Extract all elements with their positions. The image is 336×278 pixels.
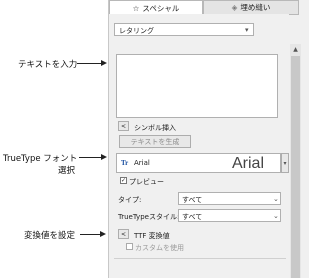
annotation-text-input: テキストを入力 — [18, 60, 78, 70]
tab-special[interactable]: ☆ スペシャル — [109, 0, 203, 15]
symbol-insert-toggle[interactable]: < — [118, 121, 129, 131]
chevron-left-icon: < — [120, 122, 127, 130]
text-input-area[interactable] — [116, 54, 278, 118]
tab-bar: ☆ スペシャル ◈ 埋め縫い — [109, 0, 301, 15]
star-icon: ☆ — [132, 3, 140, 13]
scroll-up-arrow-icon[interactable]: ▲ — [290, 44, 301, 54]
generate-text-button[interactable]: テキストを生成 — [119, 135, 191, 148]
chevron-down-icon: ⌄ — [273, 212, 279, 220]
annotation-truetype-font-line1: TrueType フォント — [3, 154, 78, 164]
type-label: タイプ: — [118, 196, 142, 204]
font-dropdown-button[interactable]: ▾ — [281, 153, 289, 173]
truetype-icon: Tr — [121, 159, 129, 167]
tab-special-label: スペシャル — [142, 3, 180, 13]
annotation-arrow-head — [101, 60, 107, 66]
annotation-arrow-line — [80, 234, 100, 235]
scrollbar-thumb[interactable] — [291, 56, 300, 278]
type-select-value: すべて — [182, 196, 203, 204]
mode-select-value: レタリング — [119, 27, 154, 35]
truetype-style-value: すべて — [182, 213, 203, 221]
font-selector[interactable]: Tr Arial Arial — [116, 153, 281, 173]
ttf-conversion-label: TTF 変換値 — [134, 232, 170, 240]
truetype-style-label: TrueTypeスタイル: — [118, 213, 180, 221]
truetype-style-select[interactable]: すべて ⌄ — [178, 209, 281, 222]
vertical-scrollbar[interactable]: ▲ — [290, 44, 301, 278]
section-divider — [114, 258, 286, 259]
font-name: Arial — [134, 159, 150, 167]
font-preview: Arial — [232, 155, 265, 172]
annotation-arrow-head — [100, 231, 106, 237]
preview-label: プレビュー — [129, 178, 164, 186]
chevron-left-icon: < — [120, 230, 127, 238]
annotation-set-conversion: 変換値を設定 — [24, 231, 76, 241]
tab-fill-stitch-label: 埋め縫い — [240, 3, 271, 12]
use-custom-label: カスタムを使用 — [135, 244, 184, 252]
generate-text-label: テキストを生成 — [130, 137, 180, 146]
fill-stitch-icon: ◈ — [231, 3, 238, 12]
ttf-conversion-toggle[interactable]: < — [118, 229, 129, 239]
annotation-arrow-head — [101, 154, 107, 160]
mode-select[interactable]: レタリング ▾ — [114, 23, 254, 36]
chevron-down-icon: ▾ — [283, 159, 287, 167]
tab-fill-stitch[interactable]: ◈ 埋め縫い — [203, 0, 299, 15]
type-select[interactable]: すべて ⌄ — [178, 192, 281, 205]
use-custom-checkbox[interactable] — [126, 243, 133, 250]
preview-checkbox[interactable]: ✓ — [120, 177, 127, 184]
panel-content: レタリング ▾ < シンボル挿入 テキストを生成 Tr Arial Arial … — [109, 14, 289, 278]
properties-panel: ☆ スペシャル ◈ 埋め縫い レタリング ▾ < シンボル挿入 テキストを生成 … — [108, 0, 309, 278]
chevron-down-icon: ▾ — [245, 26, 249, 34]
symbol-insert-label: シンボル挿入 — [134, 124, 176, 132]
annotation-truetype-font-line2: 選択 — [58, 166, 76, 176]
annotation-arrow-line — [79, 157, 101, 158]
chevron-down-icon: ⌄ — [273, 195, 279, 203]
annotation-arrow-line — [77, 63, 101, 64]
